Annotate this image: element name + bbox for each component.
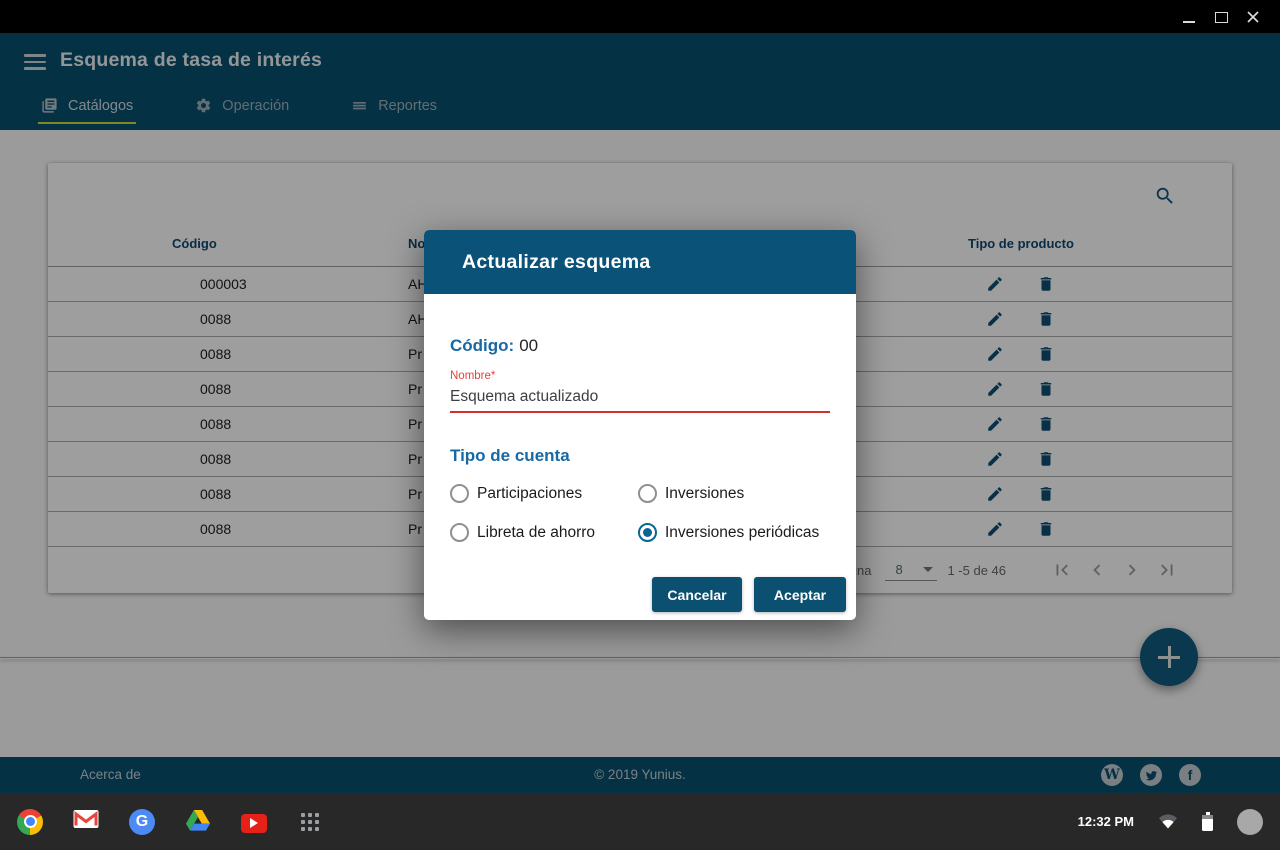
close-icon — [1246, 10, 1260, 24]
radio-libreta-de-ahorro[interactable]: Libreta de ahorro — [450, 523, 595, 542]
account-icon[interactable] — [1237, 809, 1263, 835]
google-icon[interactable]: G — [129, 809, 155, 835]
cancel-button[interactable]: Cancelar — [652, 577, 742, 612]
code-value: 00 — [519, 336, 538, 355]
taskbar-apps: G — [17, 793, 323, 850]
window-titlebar — [0, 0, 1280, 33]
name-field-label: Nombre* — [450, 370, 495, 382]
chrome-icon[interactable] — [17, 809, 43, 835]
youtube-icon[interactable] — [241, 814, 267, 833]
radio-participaciones[interactable]: Participaciones — [450, 484, 582, 503]
name-input-underline — [450, 411, 830, 413]
dialog-header: Actualizar esquema — [424, 230, 856, 294]
minimize-icon — [1183, 21, 1195, 23]
screen: Esquema de tasa de interés Catálogos Ope… — [0, 0, 1280, 850]
gmail-icon[interactable] — [73, 809, 99, 835]
radio-icon — [450, 484, 469, 503]
close-button[interactable] — [1244, 8, 1262, 26]
name-input[interactable]: Esquema actualizado — [450, 388, 598, 406]
radio-inversiones-periodicas[interactable]: Inversiones periódicas — [638, 523, 819, 542]
update-scheme-dialog: Actualizar esquema Código: 00 Nombre* Esq… — [424, 230, 856, 620]
code-line: Código: 00 — [450, 336, 538, 356]
clock[interactable]: 12:32 PM — [1078, 814, 1134, 829]
accept-button[interactable]: Aceptar — [754, 577, 846, 612]
account-type-label: Tipo de cuenta — [450, 446, 570, 466]
radio-inversiones[interactable]: Inversiones — [638, 484, 744, 503]
radio-icon — [450, 523, 469, 542]
taskbar: G 12:32 PM — [0, 793, 1280, 850]
dialog-title: Actualizar esquema — [462, 230, 651, 294]
taskbar-status: 12:32 PM — [1078, 793, 1263, 850]
radio-icon — [638, 484, 657, 503]
wifi-icon[interactable] — [1158, 814, 1178, 829]
battery-icon[interactable] — [1202, 812, 1213, 831]
minimize-button[interactable] — [1180, 8, 1198, 26]
apps-grid-icon[interactable] — [301, 813, 319, 831]
code-label: Código: — [450, 336, 514, 355]
radio-icon — [638, 523, 657, 542]
drive-icon[interactable] — [185, 809, 211, 835]
maximize-icon — [1215, 12, 1228, 23]
maximize-button[interactable] — [1212, 8, 1230, 26]
